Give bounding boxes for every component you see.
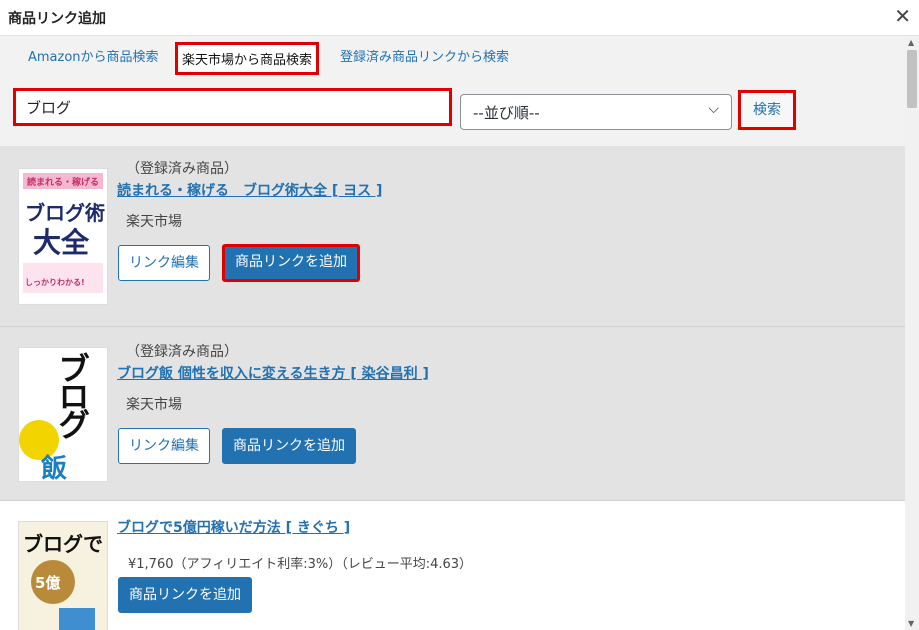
scroll-up-icon[interactable]: ▲ [908,38,914,47]
product-title-link[interactable]: ブログ飯 個性を収入に変える生き方 [ 染谷昌利 ] [117,363,429,383]
tab-rakuten-search[interactable]: 楽天市場から商品検索 [175,42,320,75]
registered-note: （登録済み商品） [126,344,238,360]
edit-link-button[interactable]: リンク編集 [118,428,210,464]
registered-note: （登録済み商品） [126,161,238,177]
dialog-header: 商品リンク追加 ✕ [0,0,919,36]
tab-registered-search[interactable]: 登録済み商品リンクから検索 [340,46,509,65]
close-icon[interactable]: ✕ [894,4,911,28]
edit-link-button[interactable]: リンク編集 [118,245,210,281]
product-image[interactable]: 読まれる・稼げる ブログ術 大全 しっかりわかる! [18,168,108,305]
add-product-link-button[interactable]: 商品リンクを追加 [222,244,360,282]
search-bar: --並び順-- ⌵ 検索 [0,76,905,146]
product-title-link[interactable]: 読まれる・稼げる ブログ術大全 [ ヨス ] [117,180,382,200]
chevron-down-icon: ⌵ [708,101,719,117]
shop-name: 楽天市場 [126,214,182,230]
product-image[interactable]: ブログ 飯 [18,347,108,482]
tab-amazon-search[interactable]: Amazonから商品検索 [28,46,159,65]
sort-select-label: --並び順-- [473,104,540,122]
shop-name: 楽天市場 [126,397,182,413]
sort-select[interactable]: --並び順-- ⌵ [460,94,732,130]
list-item: ブログで 5億 ブログで5億円稼いだ方法 [ きぐち ] ¥1,760（アフィリ… [0,500,905,630]
list-item: ブログ 飯 （登録済み商品） ブログ飯 個性を収入に変える生き方 [ 染谷昌利 … [0,326,905,500]
scroll-down-icon[interactable]: ▼ [908,619,914,628]
add-product-link-button[interactable]: 商品リンクを追加 [118,577,252,613]
product-image[interactable]: ブログで 5億 [18,521,108,630]
search-button[interactable]: 検索 [738,90,796,130]
scrollbar[interactable]: ▲ ▼ [905,36,919,630]
dialog-title: 商品リンク追加 [8,11,106,27]
price-info: ¥1,760（アフィリエイト利率:3%）（レビュー平均:4.63） [128,557,473,572]
tab-bar: Amazonから商品検索 楽天市場から商品検索 登録済み商品リンクから検索 [0,36,905,76]
search-input[interactable] [13,88,452,126]
add-product-link-button[interactable]: 商品リンクを追加 [222,428,356,464]
results-list: 読まれる・稼げる ブログ術 大全 しっかりわかる! （登録済み商品） 読まれる・… [0,146,905,630]
list-item: 読まれる・稼げる ブログ術 大全 しっかりわかる! （登録済み商品） 読まれる・… [0,146,905,326]
product-title-link[interactable]: ブログで5億円稼いだ方法 [ きぐち ] [117,517,350,537]
scroll-thumb[interactable] [907,50,917,108]
